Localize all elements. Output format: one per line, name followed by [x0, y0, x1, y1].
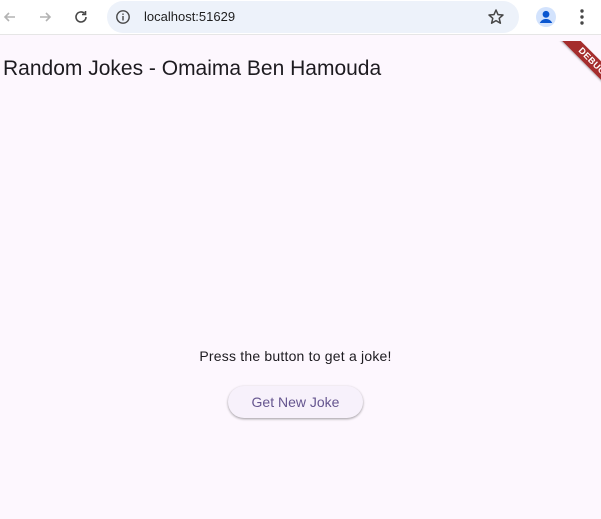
reload-button[interactable]: [69, 5, 93, 29]
forward-button[interactable]: [33, 5, 57, 29]
arrow-right-icon: [40, 12, 52, 22]
browser-toolbar: localhost:51629: [0, 0, 601, 35]
get-new-joke-button[interactable]: Get New Joke: [228, 386, 363, 418]
profile-icon[interactable]: [535, 6, 557, 28]
joke-prompt-text: Press the button to get a joke!: [199, 348, 392, 364]
url-text[interactable]: localhost:51629: [144, 9, 235, 25]
reload-icon: [75, 11, 87, 23]
info-icon[interactable]: [115, 9, 131, 25]
arrow-left-icon: [3, 12, 15, 22]
star-icon[interactable]: [487, 8, 505, 26]
page-title: Random Jokes - Omaima Ben Hamouda: [3, 57, 382, 80]
back-button[interactable]: [0, 5, 22, 29]
app-canvas: Random Jokes - Omaima Ben Hamouda Press …: [0, 41, 601, 519]
more-vert-icon[interactable]: [573, 7, 591, 27]
debug-banner-label: DEBUG: [555, 41, 601, 98]
address-bar[interactable]: localhost:51629: [107, 1, 519, 33]
debug-banner: DEBUG: [541, 41, 601, 101]
